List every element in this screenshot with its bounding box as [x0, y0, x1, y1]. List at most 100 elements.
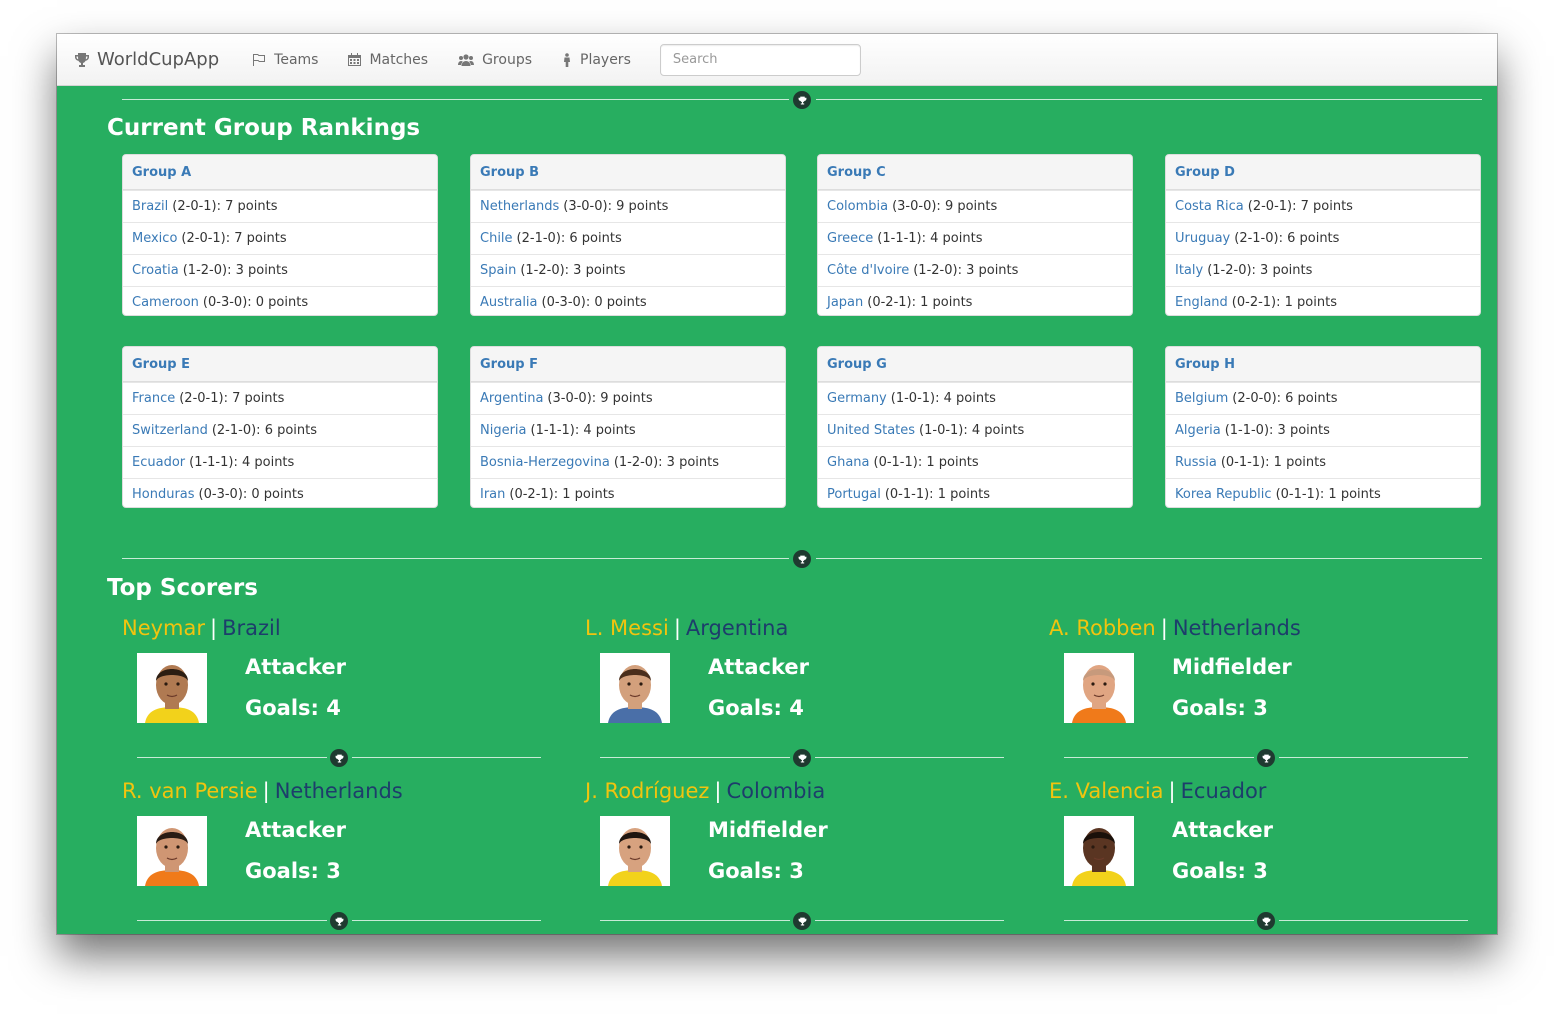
team-link[interactable]: Russia: [1175, 455, 1217, 470]
ranking-row: Russia (0-1-1): 1 points: [1166, 446, 1480, 478]
scorer-divider: [600, 912, 1004, 930]
team-stats: (1-1-1): 4 points: [530, 423, 636, 438]
group-heading[interactable]: Group B: [471, 155, 785, 190]
group-heading[interactable]: Group C: [818, 155, 1132, 190]
group-panel: Group A Brazil (2-0-1): 7 points Mexico (2-0…: [122, 154, 438, 316]
team-link[interactable]: Belgium: [1175, 391, 1228, 406]
brand-link[interactable]: WorldCupApp: [74, 49, 219, 70]
team-link[interactable]: United States: [827, 423, 915, 438]
team-stats: (0-2-1): 1 points: [509, 487, 615, 502]
team-link[interactable]: Croatia: [132, 263, 179, 278]
team-link[interactable]: France: [132, 391, 175, 406]
country-link[interactable]: Brazil: [222, 616, 281, 640]
search-input[interactable]: [659, 43, 861, 76]
player-goals: Goals: 4: [708, 696, 804, 720]
player-photo: [137, 816, 207, 886]
team-link[interactable]: Bosnia-Herzegovina: [480, 455, 610, 470]
team-stats: (2-0-1): 7 points: [181, 231, 287, 246]
ranking-row: Portugal (0-1-1): 1 points: [818, 478, 1132, 507]
nav-groups[interactable]: Groups: [443, 34, 547, 85]
team-stats: (0-1-1): 1 points: [1220, 455, 1326, 470]
ranking-row: Brazil (2-0-1): 7 points: [123, 190, 437, 222]
scorer-heading: R. van Persie | Netherlands: [122, 779, 403, 803]
team-link[interactable]: Germany: [827, 391, 887, 406]
country-link[interactable]: Colombia: [727, 779, 826, 803]
team-link[interactable]: Australia: [480, 295, 538, 310]
ranking-row: Cameroon (0-3-0): 0 points: [123, 286, 437, 315]
ranking-row: Iran (0-2-1): 1 points: [471, 478, 785, 507]
team-link[interactable]: Brazil: [132, 199, 168, 214]
team-link[interactable]: Honduras: [132, 487, 195, 502]
team-link[interactable]: Nigeria: [480, 423, 527, 438]
player-name-link[interactable]: R. van Persie: [122, 779, 258, 803]
country-link[interactable]: Netherlands: [275, 779, 403, 803]
country-link[interactable]: Netherlands: [1173, 616, 1301, 640]
trophy-icon: [793, 749, 811, 767]
team-link[interactable]: Iran: [480, 487, 505, 502]
team-link[interactable]: Ecuador: [132, 455, 185, 470]
scorer-heading: A. Robben | Netherlands: [1049, 616, 1301, 640]
player-name-link[interactable]: L. Messi: [585, 616, 669, 640]
scorer-divider: [1064, 912, 1468, 930]
team-link[interactable]: Costa Rica: [1175, 199, 1244, 214]
trophy-icon: [330, 749, 348, 767]
team-link[interactable]: Greece: [827, 231, 873, 246]
team-link[interactable]: Spain: [480, 263, 516, 278]
team-link[interactable]: Korea Republic: [1175, 487, 1272, 502]
calendar-icon: [348, 53, 362, 66]
team-link[interactable]: England: [1175, 295, 1228, 310]
separator: |: [1168, 779, 1176, 803]
group-heading[interactable]: Group A: [123, 155, 437, 190]
team-link[interactable]: Cameroon: [132, 295, 199, 310]
team-stats: (1-2-0): 3 points: [613, 455, 719, 470]
team-link[interactable]: Uruguay: [1175, 231, 1230, 246]
team-link[interactable]: Algeria: [1175, 423, 1221, 438]
team-stats: (2-0-1): 7 points: [172, 199, 278, 214]
group-heading[interactable]: Group D: [1166, 155, 1480, 190]
player-position: Midfielder: [1172, 655, 1292, 679]
country-link[interactable]: Ecuador: [1181, 779, 1267, 803]
nav-players-label: Players: [580, 51, 631, 68]
ranking-row: Mexico (2-0-1): 7 points: [123, 222, 437, 254]
navbar: WorldCupApp Teams Matches Groups Players: [57, 34, 1497, 86]
nav-teams[interactable]: Teams: [237, 34, 333, 85]
scorer-card: J. Rodríguez | Colombia Midfielder Goals: 3: [585, 779, 1005, 930]
team-link[interactable]: Ghana: [827, 455, 870, 470]
team-stats: (1-2-0): 3 points: [913, 263, 1019, 278]
player-photo: [137, 653, 207, 723]
player-name-link[interactable]: E. Valencia: [1049, 779, 1164, 803]
team-link[interactable]: Chile: [480, 231, 513, 246]
country-link[interactable]: Argentina: [686, 616, 788, 640]
player-name-link[interactable]: A. Robben: [1049, 616, 1156, 640]
nav-teams-label: Teams: [274, 51, 319, 68]
nav-matches[interactable]: Matches: [333, 34, 443, 85]
player-name-link[interactable]: Neymar: [122, 616, 205, 640]
team-link[interactable]: Côte d'Ivoire: [827, 263, 909, 278]
group-heading[interactable]: Group F: [471, 347, 785, 382]
team-link[interactable]: Japan: [827, 295, 863, 310]
team-stats: (1-1-1): 4 points: [877, 231, 983, 246]
team-link[interactable]: Netherlands: [480, 199, 559, 214]
team-stats: (0-3-0): 0 points: [202, 295, 309, 310]
ranking-row: Bosnia-Herzegovina (1-2-0): 3 points: [471, 446, 785, 478]
team-link[interactable]: Switzerland: [132, 423, 208, 438]
nav-players[interactable]: Players: [547, 34, 646, 85]
player-goals: Goals: 4: [245, 696, 341, 720]
team-link[interactable]: Argentina: [480, 391, 543, 406]
player-position: Midfielder: [708, 818, 828, 842]
group-heading[interactable]: Group G: [818, 347, 1132, 382]
group-heading[interactable]: Group E: [123, 347, 437, 382]
group-heading[interactable]: Group H: [1166, 347, 1480, 382]
team-stats: (1-2-0): 3 points: [1207, 263, 1313, 278]
separator: |: [1160, 616, 1168, 640]
player-name-link[interactable]: J. Rodríguez: [585, 779, 709, 803]
team-stats: (2-1-0): 6 points: [1234, 231, 1340, 246]
nav-groups-label: Groups: [482, 51, 532, 68]
team-link[interactable]: Portugal: [827, 487, 881, 502]
team-link[interactable]: Italy: [1175, 263, 1203, 278]
team-link[interactable]: Mexico: [132, 231, 177, 246]
team-link[interactable]: Colombia: [827, 199, 888, 214]
scorer-heading: Neymar | Brazil: [122, 616, 281, 640]
group-panel: Group H Belgium (2-0-0): 6 points Algeria (1…: [1165, 346, 1481, 508]
scorer-divider: [1064, 749, 1468, 767]
